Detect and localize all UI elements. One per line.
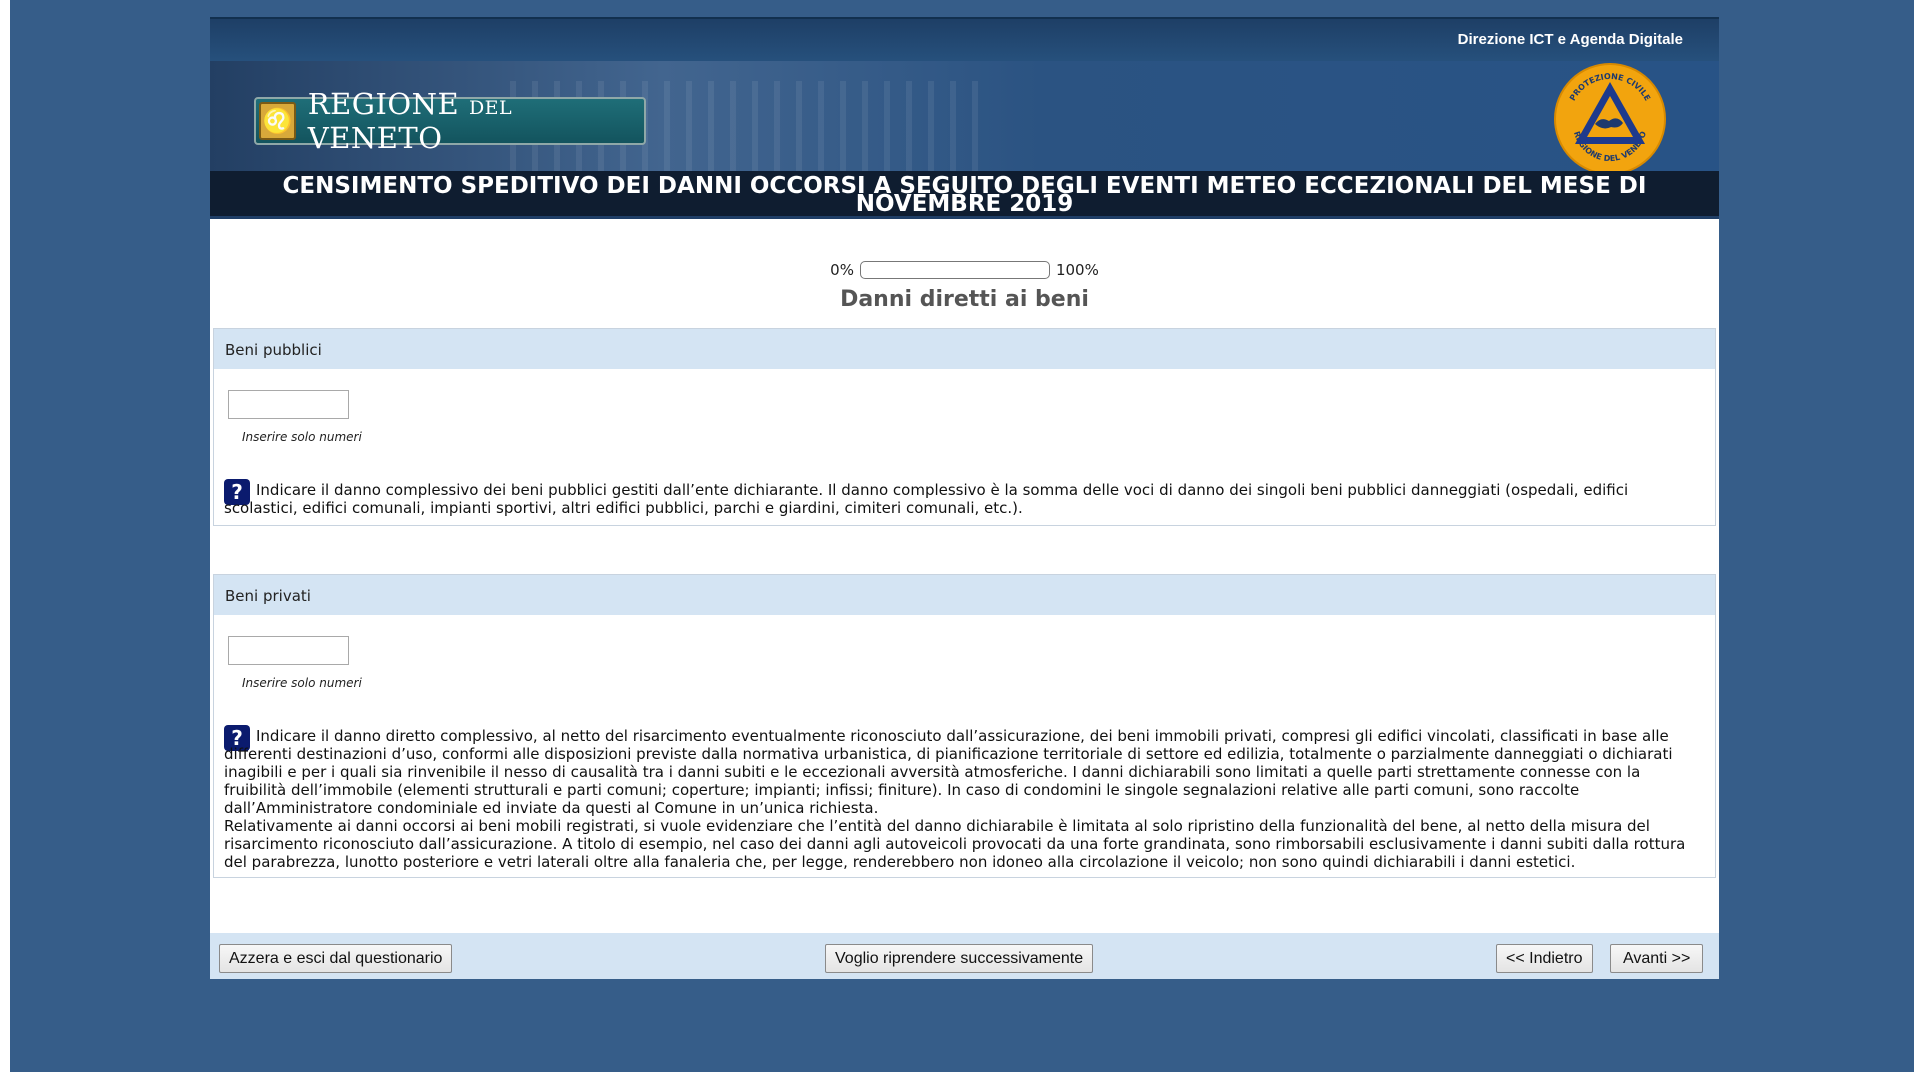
input-hint: Inserire solo numeri — [242, 676, 362, 690]
lion-of-venice-icon: ♌ — [259, 102, 296, 140]
beni-privati-input[interactable] — [228, 636, 349, 665]
next-button[interactable]: Avanti >> — [1610, 944, 1704, 973]
progress-bar — [859, 261, 1050, 279]
panel-description: Indicare il danno diretto complessivo, a… — [224, 727, 1673, 817]
input-hint: Inserire solo numeri — [242, 430, 362, 444]
panel-beni-privati: Beni privati Inserire solo numeri ? Indi… — [213, 574, 1716, 878]
top-bar: Direzione ICT e Agenda Digitale — [210, 17, 1719, 61]
back-button[interactable]: << Indietro — [1496, 944, 1593, 973]
section-title: Danni diretti ai beni — [840, 287, 1089, 312]
panel-description-2: Relativamente ai danni occorsi ai beni m… — [224, 817, 1686, 871]
logo-text-end: VENETO — [307, 121, 443, 155]
progress-indicator: 0% 100% — [210, 259, 1719, 281]
regione-veneto-logo: ♌ REGIONE DEL VENETO — [254, 87, 646, 155]
reset-exit-button[interactable]: Azzera e esci dal questionario — [219, 944, 453, 973]
questionnaire-page: Direzione ICT e Agenda Digitale ♌ REGION… — [210, 17, 1719, 979]
org-label: Direzione ICT e Agenda Digitale — [1457, 31, 1683, 48]
page-title: CENSIMENTO SPEDITIVO DEI DANNI OCCORSI A… — [210, 171, 1719, 219]
protezione-civile-logo-icon: PROTEZIONE CIVILE REGIONE DEL VENETO — [1554, 63, 1666, 171]
logo-text-small: DEL — [468, 97, 513, 119]
logo-text-main: REGIONE — [307, 87, 460, 121]
footer-bar: Azzera e esci dal questionario Voglio ri… — [210, 933, 1719, 979]
resume-later-button[interactable]: Voglio riprendere successivamente — [825, 944, 1094, 973]
progress-end-label: 100% — [1055, 261, 1099, 279]
panel-description: Indicare il danno complessivo dei beni p… — [224, 481, 1629, 517]
beni-pubblici-input[interactable] — [228, 390, 349, 419]
panel-heading: Beni privati — [214, 575, 1715, 615]
progress-start-label: 0% — [830, 261, 854, 279]
header-banner: ♌ REGIONE DEL VENETO PROTEZIONE CIVILE R… — [210, 61, 1719, 171]
panel-heading: Beni pubblici — [214, 329, 1715, 369]
panel-beni-pubblici: Beni pubblici Inserire solo numeri ? Ind… — [213, 328, 1716, 526]
